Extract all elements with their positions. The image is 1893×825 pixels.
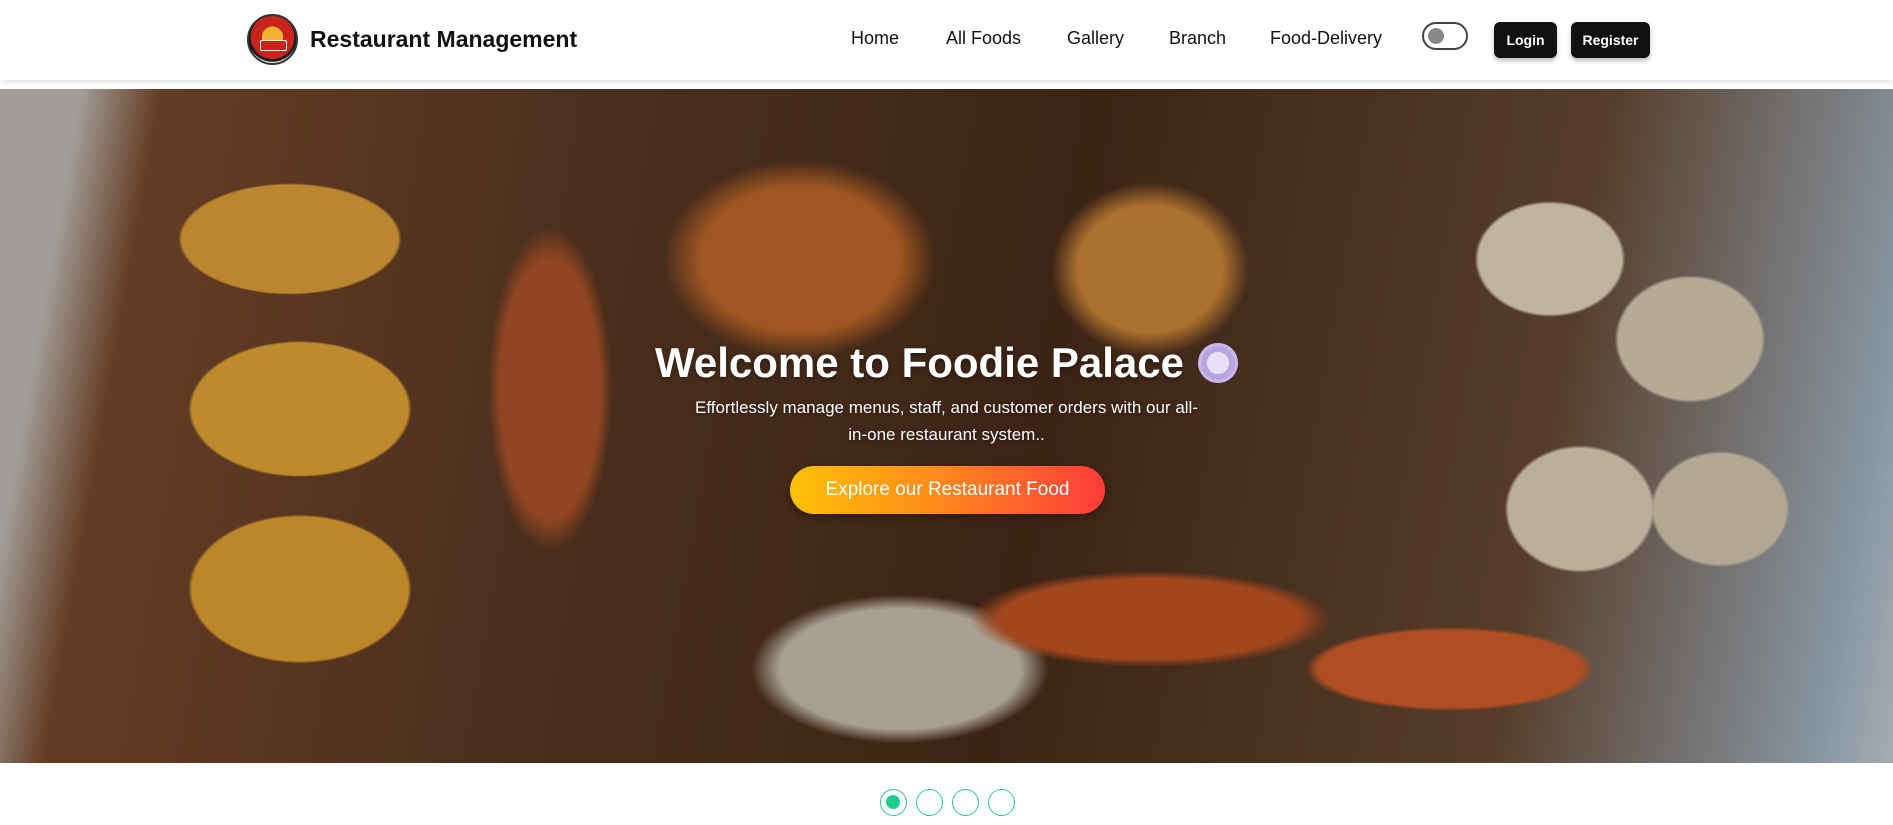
nav-link-food-delivery[interactable]: Food-Delivery [1270, 28, 1382, 49]
carousel-dot-3[interactable] [952, 789, 979, 816]
brand[interactable]: Restaurant Management [247, 14, 577, 65]
carousel-dot-1[interactable] [880, 789, 907, 816]
carousel-dot-4[interactable] [988, 789, 1015, 816]
nav-link-branch[interactable]: Branch [1169, 28, 1226, 49]
navbar: Restaurant Management Home All Foods Gal… [0, 0, 1893, 80]
carousel-dot-2[interactable] [916, 789, 943, 816]
login-button[interactable]: Login [1494, 22, 1557, 58]
nav-link-gallery[interactable]: Gallery [1067, 28, 1124, 49]
nav-link-all-foods[interactable]: All Foods [946, 28, 1021, 49]
register-button[interactable]: Register [1571, 22, 1650, 58]
brand-name[interactable]: Restaurant Management [310, 26, 577, 53]
restaurant-logo-icon[interactable] [247, 14, 298, 65]
plate-cutlery-icon [1198, 343, 1239, 383]
explore-food-button[interactable]: Explore our Restaurant Food [790, 466, 1105, 514]
hero-banner: Welcome to Foodie Palace Effortlessly ma… [0, 89, 1893, 763]
toggle-knob [1428, 28, 1444, 44]
theme-toggle[interactable] [1422, 22, 1468, 50]
hero-title: Welcome to Foodie Palace [0, 339, 1893, 387]
hero-title-text: Welcome to Foodie Palace [654, 339, 1185, 386]
nav-link-home[interactable]: Home [851, 28, 899, 49]
carousel-indicators [0, 789, 1893, 817]
hero-subtitle: Effortlessly manage menus, staff, and cu… [695, 398, 1198, 444]
